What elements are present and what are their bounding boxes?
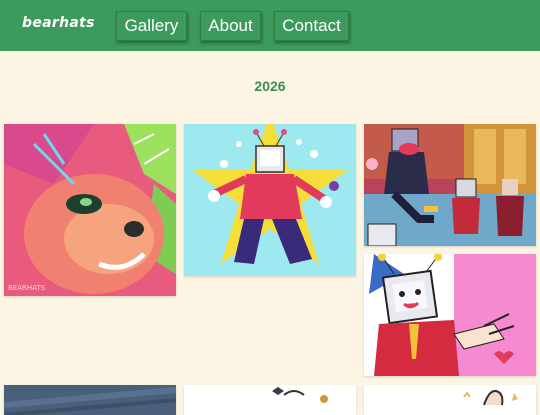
year-heading: 2026 bbox=[254, 78, 286, 94]
artwork-tv-head-star-image bbox=[184, 124, 356, 276]
top-navigation-bar: bearhats Gallery About Contact bbox=[0, 0, 540, 51]
artist-signature: BEARHATS bbox=[8, 284, 46, 292]
nav-contact-button[interactable]: Contact bbox=[274, 11, 349, 41]
nav-gallery-button[interactable]: Gallery bbox=[116, 11, 187, 41]
artwork-hand-sketch-image bbox=[364, 385, 536, 415]
artwork-white-sketch-image bbox=[184, 385, 356, 415]
artwork-tv-head-star[interactable] bbox=[184, 124, 356, 276]
artwork-pink-bear-image: BEARHATS bbox=[4, 124, 176, 296]
artwork-group-scene[interactable] bbox=[364, 124, 536, 246]
artwork-tv-head-pink[interactable] bbox=[364, 254, 536, 376]
artwork-tv-head-pink-image bbox=[364, 254, 536, 376]
artwork-pink-bear[interactable]: BEARHATS bbox=[4, 124, 176, 296]
artwork-white-sketch[interactable] bbox=[184, 385, 356, 415]
site-logo[interactable]: bearhats bbox=[22, 15, 95, 31]
artwork-dark-blue[interactable] bbox=[4, 385, 176, 415]
artwork-dark-blue-image bbox=[4, 385, 176, 415]
artwork-hand-sketch[interactable] bbox=[364, 385, 536, 415]
artwork-group-scene-image bbox=[364, 124, 536, 246]
nav-about-button[interactable]: About bbox=[200, 11, 261, 41]
